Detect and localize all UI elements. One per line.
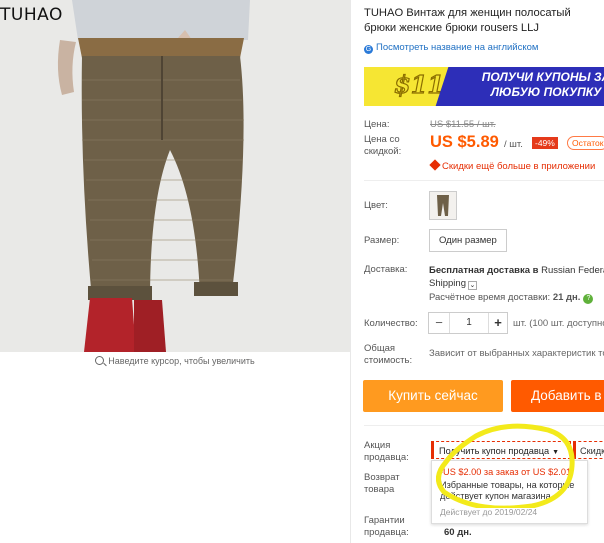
store-discount-badge[interactable]: Остаток — [567, 136, 604, 150]
size-option[interactable]: Один размер — [429, 229, 507, 252]
delivery-time: Расчётное время доставки: 21 дн.? — [429, 292, 594, 304]
delivery-country: Russian Federation — [541, 265, 604, 276]
magnifier-icon — [95, 356, 105, 365]
seller-promo-label: Акция продавца: — [364, 440, 409, 463]
size-label: Размер: — [364, 235, 400, 246]
price-unit: / шт. — [504, 139, 523, 150]
product-title: TUHAO Винтаж для женщин полосатый брюки … — [364, 7, 571, 34]
quantity-input[interactable]: 1 — [449, 313, 489, 333]
total-label: Общая стоимость: — [364, 343, 413, 366]
delivery-label: Доставка: — [364, 264, 408, 275]
translate-link-text: Посмотреть название на английском — [376, 42, 539, 53]
chevron-down-icon[interactable]: ⌄ — [467, 281, 477, 290]
decrease-button[interactable]: − — [429, 313, 449, 333]
sale-price: US $5.89 — [430, 133, 499, 151]
swatch-thumbnail — [437, 195, 449, 216]
zoom-hint: Наведите курсор, чтобы увеличить — [0, 356, 350, 366]
discount-badge: -49% — [532, 137, 558, 149]
section-divider — [364, 180, 604, 181]
delivery-time-label: Расчётное время доставки: — [429, 292, 551, 303]
coupon-promo-banner[interactable]: $11 ПОЛУЧИ КУПОНЫ ЗА ЛЮБУЮ ПОКУПКУ — [364, 67, 604, 106]
color-label: Цвет: — [364, 200, 388, 211]
promo-price: $11 — [393, 69, 445, 99]
add-to-cart-button[interactable]: Добавить в корзину — [511, 380, 604, 412]
delivery-info[interactable]: Бесплатная доставка в Russian Federation… — [429, 264, 604, 290]
quantity-stepper: − 1 + — [428, 312, 508, 334]
buy-now-button[interactable]: Купить сейчас — [363, 380, 503, 412]
quantity-note: шт. (100 шт. доступно) — [513, 318, 604, 329]
tag-icon — [429, 159, 441, 171]
coupon-popover: -US $2.00 за заказ от US $2.01 Избранные… — [431, 460, 588, 524]
promo-text: ПОЛУЧИ КУПОНЫ ЗА ЛЮБУЮ ПОКУПКУ — [481, 70, 604, 99]
old-price-label: Цена: — [364, 119, 390, 130]
coupon-validity: Действует до 2019/02/24 — [440, 507, 538, 517]
caret-down-icon: ▼ — [552, 449, 560, 456]
delivery-method: Shipping — [429, 278, 466, 289]
app-discount-text: Скидки ещё больше в приложении — [442, 161, 596, 172]
quantity-label: Количество: — [364, 318, 418, 329]
app-discount-link[interactable]: Скидки ещё больше в приложении — [429, 159, 596, 172]
total-value: Зависит от выбранных характеристик товар… — [429, 348, 604, 359]
coupon-amount: -US $2.00 за заказ от US $2.01 — [440, 467, 572, 477]
old-price: US $11.55 / шт. — [430, 119, 496, 130]
sale-price-label: Цена со скидкой: — [364, 134, 402, 157]
guarantee-label: Гарантии продавца: — [364, 515, 409, 538]
section-divider — [364, 425, 604, 426]
second-coupon-button[interactable]: Скидка — [573, 441, 604, 459]
guarantee-value: 60 дн. — [444, 527, 472, 538]
panel-divider — [350, 0, 351, 543]
zoom-hint-text: Наведите курсор, чтобы увеличить — [108, 356, 255, 366]
product-photo — [0, 0, 350, 352]
return-label: Возврат товара — [364, 472, 400, 495]
delivery-time-value: 21 дн. — [552, 292, 581, 303]
color-swatch[interactable] — [429, 191, 457, 220]
free-shipping-text: Бесплатная доставка в — [429, 265, 539, 276]
brand-logo: TUHAO — [0, 5, 63, 25]
translate-icon: G — [364, 45, 373, 54]
translate-link[interactable]: G Посмотреть название на английском — [364, 42, 538, 54]
increase-button[interactable]: + — [488, 313, 508, 333]
info-icon[interactable]: ? — [583, 294, 594, 304]
coupon-description: Избранные товары, на которые действует к… — [440, 480, 575, 501]
product-image[interactable] — [0, 0, 350, 352]
get-coupon-button[interactable]: Получить купон продавца ▼ — [431, 441, 571, 459]
get-coupon-text: Получить купон продавца — [439, 446, 550, 456]
